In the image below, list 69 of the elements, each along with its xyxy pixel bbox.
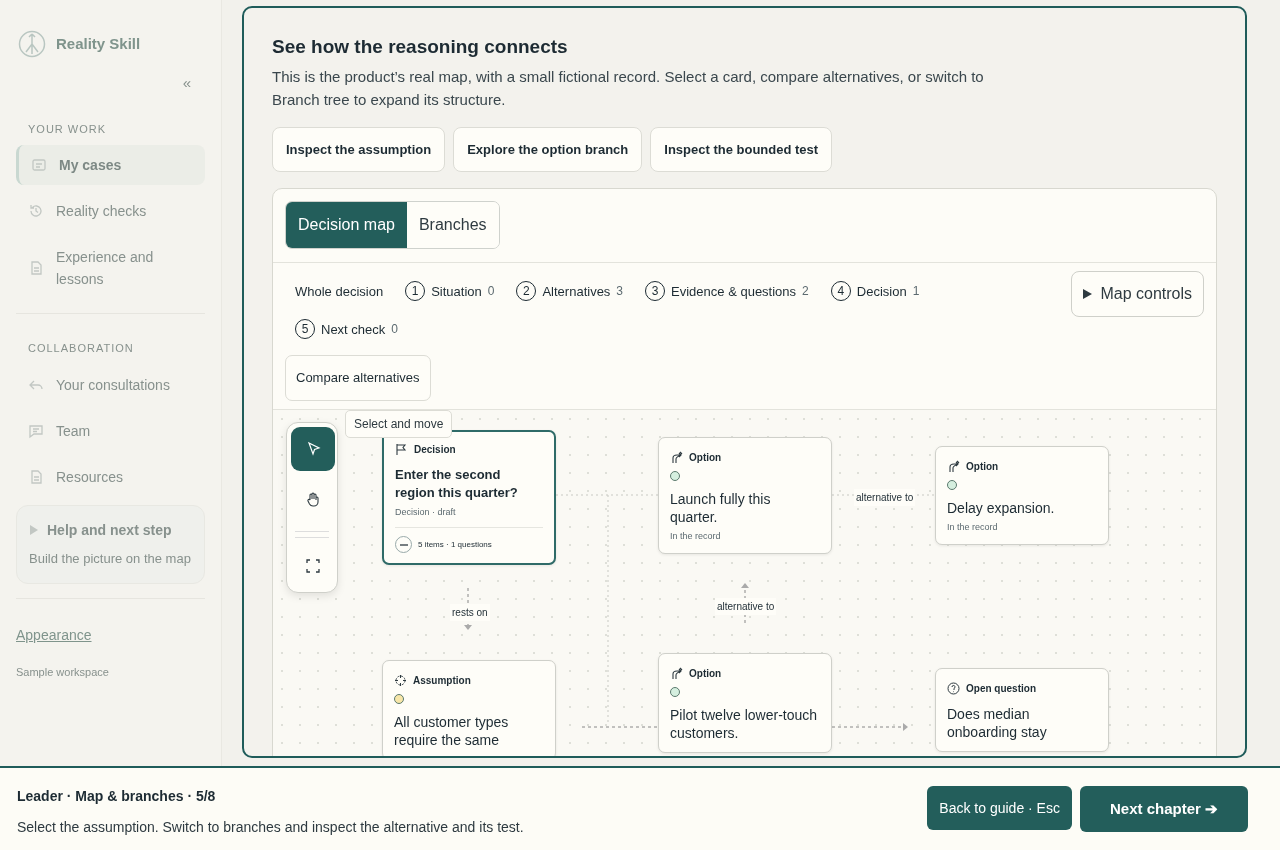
card-type: Option [689,666,722,681]
section-heading: COLLABORATION [27,341,135,356]
branch-icon [670,450,683,464]
view-tab[interactable]: Decision map [286,202,407,249]
back-button[interactable]: Back to guide · Esc [927,786,1072,830]
branch-icon [670,666,683,680]
workspace-label: Sample workspace [16,664,110,680]
filter-chip[interactable]: 3 Evidence & questions 2 [645,281,809,302]
filter-chip[interactable]: Whole decision [295,281,384,302]
map-card[interactable]: Option Launch fully this quarter. In the record [658,436,832,555]
minus-icon [399,543,408,546]
card-type: Option [689,450,722,465]
map-controls-button[interactable]: Map controls [1071,271,1204,318]
action-button[interactable]: Inspect the assumption [272,126,446,173]
card-title: Does median onboarding stay [947,704,1048,741]
card-title: All customer types require the same [394,712,510,749]
card-meta: In the record [670,529,722,543]
compare-button[interactable]: Compare alternatives [285,355,431,401]
question-icon [947,681,960,695]
filter-chip[interactable]: 1 Situation 0 [405,281,495,302]
hand-icon [305,490,321,507]
nav-icon [28,468,44,485]
help-text: Build the picture on the map [29,549,192,568]
panel-title: See how the reasoning connects [272,36,569,59]
card-type: Assumption [413,673,471,688]
map-card[interactable]: Assumption All customer types require the same [382,659,556,756]
card-meta: Decision · draft [395,505,457,519]
nav-icon [28,260,44,276]
filter-chip[interactable]: 4 Decision 1 [830,281,920,302]
logo-icon [18,30,46,58]
tooltip: Select and move [345,409,453,438]
card-title: Enter the second region this quarter? [395,465,519,502]
fit-icon [305,557,321,574]
edge-label: alternative to [715,597,777,615]
card-title: Pilot twelve lower-touch customers. [670,705,819,742]
pointer-icon [305,440,321,457]
edge-label: rests on [450,603,490,621]
map-card[interactable]: Option Pilot twelve lower-touch customers. [658,652,832,753]
nav-icon [28,422,44,439]
nav-icon [31,157,47,173]
next-button[interactable]: Next chapter ➔ [1079,786,1248,832]
card-footer-text: 5 items · 1 questions [418,538,492,551]
map-card[interactable]: Open question Does median onboarding stay [935,667,1109,752]
filter-chip[interactable]: 2 Alternatives 3 [516,281,624,302]
panel-description: This is the product’s real map, with a small fictional record. Select a card, compare alternatives, or switch to Branch tree to expand its structure. [272,66,985,110]
tool-divider [295,530,329,538]
flag-icon [395,442,408,456]
action-button[interactable]: Inspect the bounded test [650,126,833,173]
section-heading: YOUR WORK [27,121,108,137]
card-type: Open question [966,681,1036,696]
triangle-icon [1083,289,1093,300]
action-button[interactable]: Explore the option branch [453,126,643,173]
select-tool[interactable] [291,426,335,471]
nav-icon [28,203,44,219]
brand-name: Reality Skill [56,33,141,54]
map-card[interactable]: Option Delay expansion. In the record [935,445,1109,546]
card-title: Launch fully this quarter. [670,489,772,526]
guide-heading: Leader · Map & branches · 5/8 [17,787,217,806]
card-type: Decision [414,442,456,457]
edge-label: alternative to [854,488,916,506]
card-title: Delay expansion. [947,498,1056,517]
filter-chip[interactable]: 5 Next check 0 [295,319,398,340]
branch-icon [947,459,960,473]
card-meta: In the record [947,520,999,534]
guide-instruction: Select the assumption. Switch to branches and inspect the alternative and its test. [17,818,524,837]
target-icon [394,673,407,687]
card-type: Option [966,459,999,474]
triangle-icon [29,525,39,535]
map-card[interactable]: Decision Enter the second region this quarter? Decision · draft 5 items · 1 questions [382,429,556,566]
